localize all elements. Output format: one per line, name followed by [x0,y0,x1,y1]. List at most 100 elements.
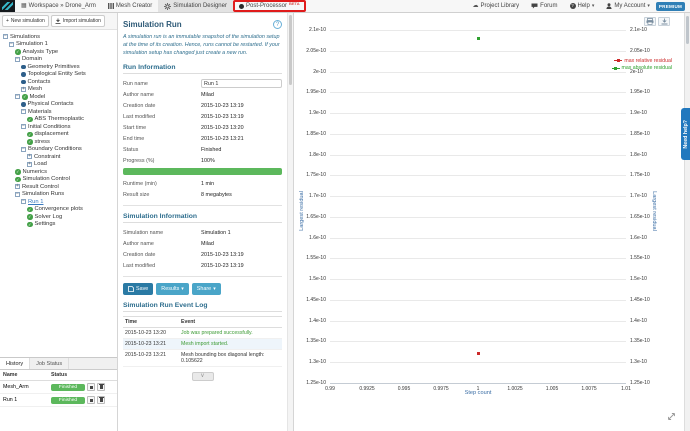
save-button[interactable]: Save [123,283,153,295]
tree-item-contacts[interactable]: Contacts [0,78,117,86]
tree-item-load[interactable]: +Load [0,161,117,169]
tab-job-status[interactable]: Job Status [30,358,69,369]
tree-item-initial-conditions[interactable]: −Initial Conditions [0,123,117,131]
share-button[interactable]: Share ▾ [192,283,221,295]
tree-item-materials[interactable]: −Materials [0,108,117,116]
field-label: Result size [123,192,201,198]
tree-item-constraint[interactable]: +Constraint [0,153,117,161]
tree-item-simulation-runs[interactable]: −Simulation Runs [0,191,117,199]
tree-item-abs-thermoplastic[interactable]: ✓ABS Thermoplastic [0,116,117,124]
status-badge: Finished [51,384,85,391]
nav-mesh-creator[interactable]: Mesh Creator [102,0,158,12]
tree-item-model[interactable]: −✓Model [0,93,117,101]
legend-label: max relative residual [624,58,672,64]
run-name-row: Run name [123,78,282,89]
nav-forum[interactable]: Forum [525,0,563,12]
caret-down-icon: ▾ [647,3,650,9]
tree-item-stress[interactable]: ✓stress [0,138,117,146]
collapse-icon[interactable]: − [21,124,26,129]
expand-icon[interactable]: + [15,184,20,189]
tree-item-boundary-conditions[interactable]: −Boundary Conditions [0,146,117,154]
simscale-logo-icon[interactable] [0,0,15,12]
expand-icon[interactable]: + [27,154,32,159]
new-simulation-button[interactable]: + New simulation [2,15,49,27]
x-tick-label: 1.0075 [576,386,602,392]
tree-item-label: Settings [35,221,56,227]
panel-scrollbar[interactable] [287,13,293,431]
nav-my-account[interactable]: My Account ▾ [600,0,656,12]
column-event: Event [181,319,195,325]
event-log-row: 2015-10-23 13:21Mesh import started. [123,339,282,350]
gridline [330,238,626,239]
field-label: Creation date [123,252,201,258]
progress-track [123,168,282,175]
collapse-icon[interactable]: − [15,192,20,197]
need-help-tab[interactable]: Need help? [681,108,690,160]
collapse-icon[interactable]: − [21,109,26,114]
panel-scrollbar-thumb[interactable] [289,15,292,85]
nav-project-library[interactable]: ☁ Project Library [466,0,525,12]
show-more-button[interactable]: ∨ [192,372,214,381]
nav-post-processor[interactable]: Post-Processor BETA [233,0,306,12]
page-scrollbar-thumb[interactable] [686,16,689,44]
expand-icon[interactable]: + [27,162,32,167]
import-simulation-button[interactable]: Import simulation [51,15,105,27]
gridline [330,300,626,301]
event-time: 2015-10-23 13:21 [125,352,181,364]
tree-item-simulation-control[interactable]: ✓Simulation Control [0,176,117,184]
expand-chart-button[interactable] [667,408,676,426]
x-tick-label: 0.9975 [428,386,454,392]
simulation-tree: −Simulations−Simulation 1✓Analysis Type−… [0,30,117,228]
stop-button[interactable] [87,396,95,404]
tree-item-domain[interactable]: −Domain [0,56,117,64]
y-tick-label-left: 1.65e-10 [296,214,326,220]
collapse-icon[interactable]: − [3,34,8,39]
collapse-icon[interactable]: − [21,147,26,152]
tree-item-mesh[interactable]: +Mesh [0,86,117,94]
tree-item-settings[interactable]: ✓Settings [0,221,117,229]
x-axis-line [330,383,626,384]
collapse-icon[interactable]: − [15,94,20,99]
y-axis-title-right: Largest residual [651,183,657,239]
tree-item-topological-entity-sets[interactable]: Topological Entity Sets [0,71,117,79]
delete-button[interactable] [97,396,105,404]
history-name: Run 1 [3,397,51,403]
stop-button[interactable] [87,383,95,391]
download-chart-button[interactable] [658,17,670,26]
tree-item-simulation-1[interactable]: −Simulation 1 [0,41,117,49]
tree-item-analysis-type[interactable]: ✓Analysis Type [0,48,117,56]
tree-item-label: Contacts [28,79,51,85]
tree-item-numerics[interactable]: ✓Numerics [0,168,117,176]
tree-item-displacement[interactable]: ✓displacement [0,131,117,139]
tab-history[interactable]: History [0,358,30,369]
nav-help[interactable]: ? Help ▾ [564,0,601,12]
premium-badge: PREMIUM [656,2,685,11]
collapse-icon[interactable]: − [21,199,26,204]
field-label: Author name [123,241,201,247]
tree-item-label: Physical Contacts [28,101,74,107]
help-circle-icon: ? [570,3,576,9]
x-tick-label: 0.9925 [354,386,380,392]
results-button[interactable]: Results ▾ [156,283,189,295]
check-icon: ✓ [27,222,33,228]
nav-workspace[interactable]: ▦ Workspace » Drone_Arm [15,0,102,12]
tree-item-solver-log[interactable]: ✓Solver Log [0,213,117,221]
expand-icon[interactable]: + [21,87,26,92]
tree-item-geometry-primitives[interactable]: Geometry Primitives [0,63,117,71]
print-chart-button[interactable] [644,17,656,26]
collapse-icon[interactable]: − [15,57,20,62]
help-badge-icon[interactable]: ? [273,20,282,29]
delete-button[interactable] [97,383,105,391]
run-name-input[interactable] [201,79,282,88]
collapse-icon[interactable]: − [9,42,14,47]
tree-item-simulations[interactable]: −Simulations [0,33,117,41]
tree-item-run-1[interactable]: −Run 1 [0,198,117,206]
y-tick-label-right: 1.6e-10 [630,235,664,241]
import-icon [55,18,61,24]
tree-item-physical-contacts[interactable]: Physical Contacts [0,101,117,109]
page-scrollbar[interactable] [684,13,690,431]
tree-item-convergence-plots[interactable]: ✓Convergence plots [0,206,117,214]
tree-item-result-control[interactable]: +Result Control [0,183,117,191]
nav-simulation-designer[interactable]: Simulation Designer [158,0,233,12]
help-label: Help [578,3,590,9]
